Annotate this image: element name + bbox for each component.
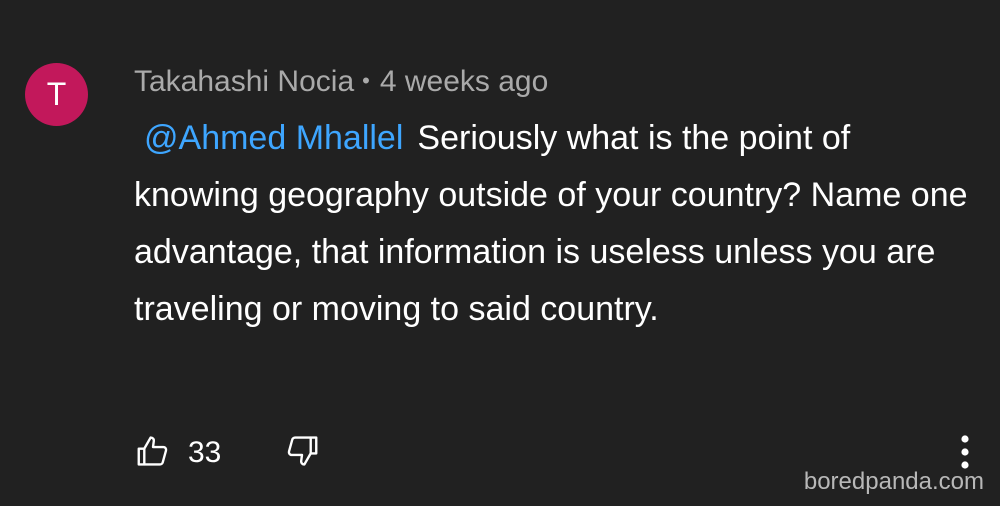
- avatar[interactable]: T: [25, 63, 88, 126]
- more-options-button[interactable]: [952, 432, 978, 472]
- comment-timestamp: 4 weeks ago: [379, 65, 549, 98]
- thumbs-up-icon: [134, 432, 172, 475]
- meta-separator: •: [362, 68, 370, 93]
- watermark: boredpanda.com: [803, 468, 984, 495]
- avatar-initial: T: [46, 76, 67, 112]
- like-count: 33: [188, 436, 222, 469]
- like-button[interactable]: [134, 432, 172, 475]
- author-name[interactable]: Takahashi Nocia: [134, 65, 354, 98]
- comment-actions: 33: [134, 430, 321, 476]
- dislike-button[interactable]: [283, 432, 321, 475]
- comment-text: @Ahmed Mhallel Seriously what is the poin…: [134, 110, 974, 338]
- thumbs-down-icon: [283, 432, 321, 475]
- mention-link[interactable]: @Ahmed Mhallel: [144, 119, 403, 157]
- comment-meta: Takahashi Nocia • 4 weeks ago: [134, 63, 548, 100]
